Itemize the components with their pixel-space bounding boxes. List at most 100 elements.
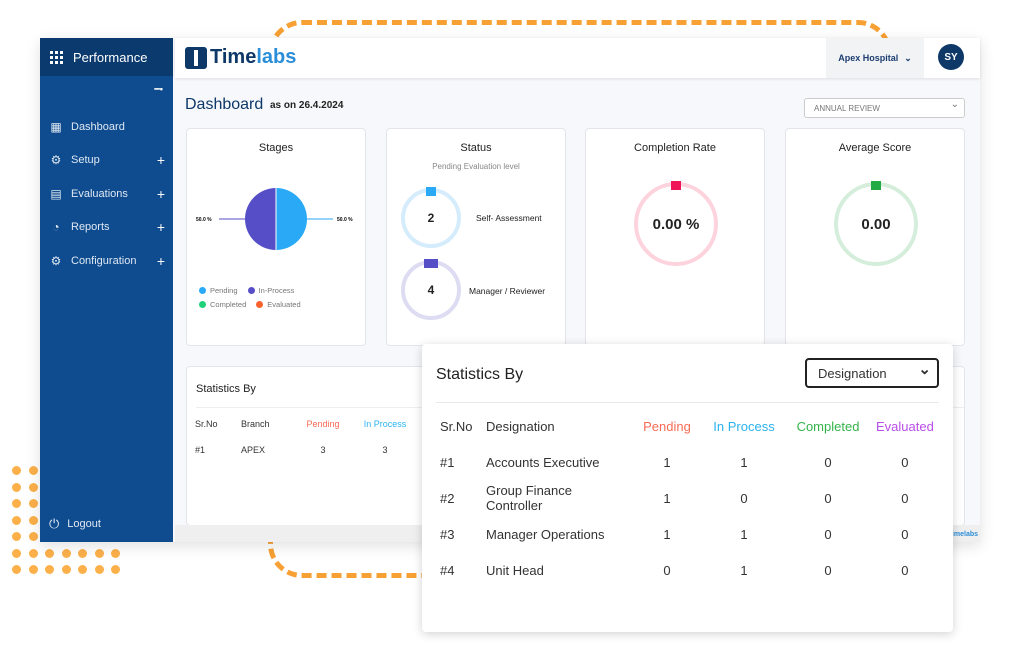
- avatar[interactable]: SY: [938, 44, 964, 70]
- self-assessment-ring[interactable]: 2: [401, 187, 461, 248]
- ring-marker: [871, 181, 881, 190]
- completion-rate-card: Completion Rate 0.00 %: [585, 128, 765, 346]
- cell: #1: [195, 445, 206, 455]
- logout-button[interactable]: ⏻ Logout: [49, 516, 101, 532]
- designation-table: Sr.No Designation Pending In Process Com…: [436, 408, 934, 588]
- decorative-dot: [78, 548, 87, 558]
- decorative-dot: [28, 565, 38, 574]
- logo-text: Time: [210, 46, 257, 68]
- status-label: Self- Assessment: [476, 213, 542, 223]
- logo-mark-icon: [185, 46, 207, 69]
- ring-marker: [424, 259, 438, 268]
- decorative-dot: [28, 482, 38, 492]
- status-card: Status Pending Evaluation level 2 Self- …: [386, 128, 566, 346]
- divider: [436, 402, 939, 403]
- column-header: Completed: [796, 418, 860, 434]
- completion-rate-ring[interactable]: 0.00 %: [634, 181, 718, 266]
- org-name: Apex Hospital: [838, 53, 899, 63]
- cell: 0: [824, 562, 832, 578]
- sidebar: Performance ━▪ ▦ Dashboard ⚙ Setup + ▤ Evalu…: [40, 38, 173, 542]
- statistics-by-designation-panel: Statistics By Designation Sr.No Designat…: [422, 344, 953, 632]
- cell: 0: [901, 526, 909, 542]
- cell: 1: [740, 454, 748, 470]
- sidebar-item-label: Setup: [71, 154, 100, 167]
- cell: 1: [663, 454, 671, 470]
- manager-reviewer-ring[interactable]: 4: [401, 259, 461, 320]
- sidebar-item-configuration[interactable]: ⚙ Configuration +: [40, 244, 173, 278]
- legend: Completed Evaluated: [199, 300, 301, 309]
- column-header: Designation: [486, 418, 555, 434]
- gear-icon: ⚙: [50, 253, 62, 268]
- cell: 3: [320, 445, 326, 455]
- sidebar-item-evaluations[interactable]: ▤ Evaluations +: [40, 177, 173, 211]
- logo-text: labs: [256, 46, 297, 68]
- decorative-dot: [28, 499, 38, 508]
- legend-completed: Completed: [199, 300, 246, 309]
- cell: Unit Head: [486, 562, 544, 578]
- decorative-dot: [28, 466, 38, 475]
- decorative-dot: [94, 548, 104, 558]
- decorative-dot: [28, 515, 38, 525]
- logout-label: Logout: [67, 518, 101, 530]
- column-header: In Process: [363, 419, 407, 429]
- decorative-dot: [12, 499, 21, 508]
- card-title: Stages: [258, 142, 294, 154]
- table-row: #1 Accounts Executive 1 1 0 0: [436, 444, 934, 480]
- column-header: In Process: [713, 418, 775, 434]
- column-header: Sr.No: [195, 419, 218, 429]
- cell: #1: [440, 454, 455, 470]
- sidebar-item-setup[interactable]: ⚙ Setup +: [40, 144, 173, 178]
- cell: 0: [824, 490, 832, 506]
- decorative-dot: [28, 532, 38, 541]
- expand-icon[interactable]: +: [157, 219, 165, 235]
- expand-icon[interactable]: +: [157, 253, 165, 269]
- table-row: #3 Manager Operations 1 1 0 0: [436, 516, 934, 552]
- status-label: Manager / Reviewer: [469, 286, 546, 296]
- pie-slice-pending[interactable]: [276, 188, 307, 250]
- sidebar-item-reports[interactable]: ◔ Reports +: [40, 211, 173, 245]
- cell: 0: [824, 454, 832, 470]
- as-on-date: as on 26.4.2024: [270, 100, 344, 111]
- decorative-dot: [111, 565, 120, 574]
- expand-icon[interactable]: +: [157, 186, 165, 202]
- ring-marker: [426, 187, 436, 196]
- cell: #4: [440, 562, 455, 578]
- cell: APEX: [241, 445, 266, 455]
- cell: Manager Operations: [486, 526, 605, 542]
- ring-value: 2: [427, 211, 435, 225]
- decorative-dot: [12, 515, 21, 525]
- decorative-dot: [61, 548, 71, 558]
- pie-slice-in-process[interactable]: [245, 188, 276, 250]
- review-select[interactable]: ANNUAL REVIEW: [804, 98, 965, 118]
- pie-label: 50.0 %: [196, 217, 212, 223]
- decorative-dot: [12, 532, 21, 541]
- sidebar-item-label: Reports: [71, 221, 110, 234]
- card-subtitle: Pending Evaluation level: [432, 162, 520, 171]
- decorative-dot: [12, 482, 21, 492]
- decorative-dot: [94, 565, 104, 574]
- table-row: #4 Unit Head 0 1 0 0: [436, 552, 934, 588]
- table-header: Sr.No Designation Pending In Process Com…: [436, 408, 934, 444]
- cell: 0: [901, 562, 909, 578]
- pin-icon[interactable]: ━▪: [154, 84, 163, 95]
- average-score-ring[interactable]: 0.00: [834, 181, 918, 266]
- decorative-dot: [12, 548, 21, 558]
- cell: 1: [663, 490, 671, 506]
- decorative-dot: [111, 548, 120, 558]
- expand-icon[interactable]: +: [157, 152, 165, 168]
- sidebar-item-dashboard[interactable]: ▦ Dashboard: [40, 110, 173, 144]
- statistics-by-select[interactable]: Designation: [805, 358, 939, 388]
- top-bar: Time labs Apex Hospital ⌄ SY: [175, 38, 980, 78]
- decorative-dot: [28, 548, 38, 558]
- timelabs-logo[interactable]: Time labs: [185, 46, 296, 69]
- cell: 0: [663, 562, 671, 578]
- organization-selector[interactable]: Apex Hospital ⌄: [826, 38, 924, 78]
- legend-pending: Pending: [199, 286, 238, 295]
- decorative-dot: [12, 565, 21, 574]
- column-header: Pending: [643, 418, 691, 434]
- card-title: Completion Rate: [634, 142, 716, 154]
- legend: Pending In-Process: [199, 286, 294, 295]
- sidebar-item-label: Dashboard: [71, 120, 125, 133]
- cell: 0: [824, 526, 832, 542]
- sidebar-header[interactable]: Performance: [40, 38, 173, 76]
